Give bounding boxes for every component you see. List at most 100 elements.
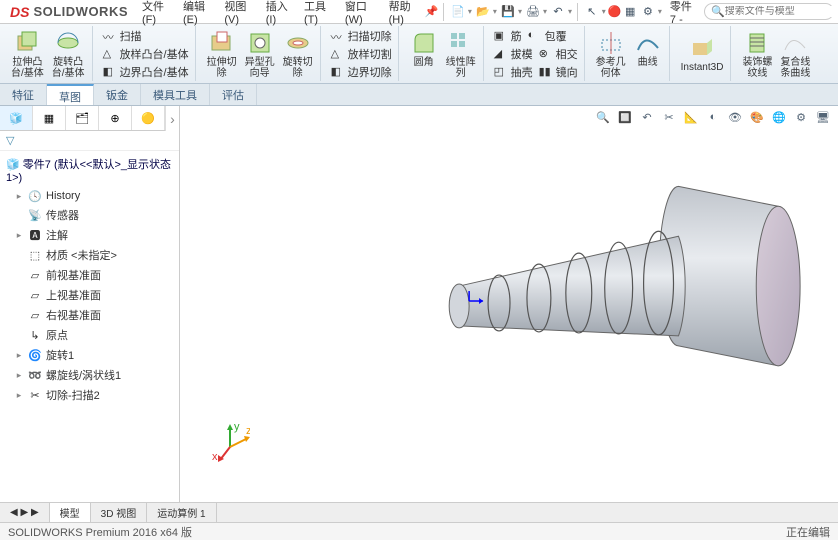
tree-item-9[interactable]: ▸➿螺旋线/涡状线1	[0, 365, 179, 385]
label: 圆角	[414, 57, 434, 68]
tree-item-1[interactable]: 📡传感器	[0, 205, 179, 225]
save-button[interactable]: 💾	[499, 3, 522, 21]
tree-node-label: 螺旋线/涡状线1	[46, 367, 121, 383]
new-doc-button[interactable]: 📄	[449, 3, 472, 21]
tree-root-node[interactable]: 🧊 零件7 (默认<<默认>_显示状态 1>)	[0, 153, 179, 187]
label: 边界凸台/基体	[120, 64, 189, 80]
revolve-boss-button[interactable]: 旋转凸 台/基体	[49, 28, 88, 80]
label: 旋转切 除	[283, 57, 313, 79]
command-manager-tabs: 特征 草图 钣金 模具工具 评估	[0, 84, 838, 106]
tree-item-7[interactable]: ↳原点	[0, 325, 179, 345]
tab-sheetmetal[interactable]: 钣金	[94, 84, 141, 105]
cut-loft-button[interactable]: △放样切割	[329, 45, 394, 63]
cut-revolve-button[interactable]: 旋转切 除	[280, 28, 316, 80]
3d-viewport[interactable]: 🔍 🔲 ↶ ✂ 📐 ◐ 👁 🎨 🌐 ⚙ 🖥	[180, 106, 838, 502]
tree-item-2[interactable]: ▸🅰注解	[0, 225, 179, 245]
side-tab-config[interactable]: 🗂	[66, 106, 99, 130]
logo-text: SOLIDWORKS	[33, 4, 128, 19]
tree-item-5[interactable]: ▱上视基准面	[0, 285, 179, 305]
search-input[interactable]	[725, 6, 838, 17]
shell-button[interactable]: ◰抽壳	[492, 63, 535, 81]
btab-nav[interactable]: ◀ ▶ ▶	[0, 503, 50, 522]
config-icon: 🗂	[75, 112, 89, 125]
tree-item-8[interactable]: ▸🌀旋转1	[0, 345, 179, 365]
instant3d-button[interactable]: Instant3D	[678, 33, 727, 74]
items-icon[interactable]: ▦	[623, 3, 636, 21]
menu-edit[interactable]: 编辑(E)	[177, 0, 216, 28]
menu-window[interactable]: 窗口(W)	[339, 0, 381, 28]
svg-text:x: x	[212, 451, 218, 462]
rebuild-icon[interactable]: 🔴	[608, 3, 622, 21]
cut-sweep-button[interactable]: 〰扫描切除	[329, 27, 394, 45]
btab-3dview[interactable]: 3D 视图	[91, 503, 148, 522]
mirror-button[interactable]: ▮▮镜向	[537, 63, 580, 81]
save-icon: 💾	[499, 3, 517, 21]
display-icon: 🟡	[141, 112, 155, 125]
linear-pattern-button[interactable]: 线性阵 列	[443, 28, 479, 80]
tab-features[interactable]: 特征	[0, 84, 47, 105]
menu-file[interactable]: 文件(F)	[136, 0, 175, 28]
side-tab-dimxpert[interactable]: ⊕	[99, 106, 132, 130]
search-box[interactable]: 🔍	[704, 3, 834, 20]
open-doc-button[interactable]: 📂	[474, 3, 497, 21]
cut-extrude-button[interactable]: 拉伸切 除	[204, 28, 240, 80]
tree-node-label: History	[46, 190, 80, 202]
settings-button[interactable]: ⚙	[639, 3, 662, 21]
filter-icon[interactable]: ▽	[6, 135, 14, 147]
cut-revolve-icon	[284, 29, 312, 57]
cut-boundary-button[interactable]: ◧边界切除	[329, 63, 394, 81]
side-tab-display[interactable]: 🟡	[132, 106, 165, 130]
draft-button[interactable]: ◢拔模	[492, 45, 535, 63]
cut-boundary-icon: ◧	[331, 65, 345, 79]
tree-item-0[interactable]: ▸🕓History	[0, 187, 179, 205]
feature-tree: 🧊 零件7 (默认<<默认>_显示状态 1>) ▸🕓History📡传感器▸🅰注…	[0, 151, 179, 502]
boundary-icon: ◧	[103, 65, 117, 79]
view-tabs: ◀ ▶ ▶ 模型 3D 视图 运动算例 1	[0, 502, 838, 522]
thread-button[interactable]: 装饰螺 纹线	[739, 28, 775, 80]
menu-view[interactable]: 视图(V)	[218, 0, 257, 28]
boundary-button[interactable]: ◧边界凸台/基体	[101, 63, 191, 81]
tree-item-10[interactable]: ▸✂切除-扫描2	[0, 385, 179, 405]
sweep-button[interactable]: 〰扫描	[101, 27, 191, 45]
tab-mold-tools[interactable]: 模具工具	[141, 84, 210, 105]
open-icon: 📂	[474, 3, 492, 21]
select-button[interactable]: ↖	[583, 3, 606, 21]
tree-node-icon: ↳	[28, 328, 42, 342]
btab-motion1[interactable]: 运动算例 1	[147, 503, 216, 522]
wrap-button[interactable]: ◐包覆	[526, 27, 569, 45]
btab-model[interactable]: 模型	[50, 503, 91, 522]
rib-button[interactable]: ▣筋	[492, 27, 524, 45]
orientation-triad[interactable]: y z x	[210, 422, 250, 462]
curves-button[interactable]: 曲线	[631, 28, 665, 80]
side-tab-property[interactable]: ▦	[33, 106, 66, 130]
tree-item-3[interactable]: ⬚材质 <未指定>	[0, 245, 179, 265]
tab-evaluate[interactable]: 评估	[210, 84, 257, 105]
label: 拉伸切 除	[207, 57, 237, 79]
side-expand-button[interactable]: ›	[165, 106, 179, 131]
hole-icon	[246, 29, 274, 57]
menu-help[interactable]: 帮助(H)	[383, 0, 423, 28]
fillet-button[interactable]: 圆角	[407, 28, 441, 80]
menu-insert[interactable]: 插入(I)	[260, 0, 296, 28]
root-label: 零件7 (默认<<默认>_显示状态 1>)	[6, 159, 171, 184]
ref-geom-icon	[597, 29, 625, 57]
loft-button[interactable]: △放样凸台/基体	[101, 45, 191, 63]
tree-item-6[interactable]: ▱右视基准面	[0, 305, 179, 325]
menu-tools[interactable]: 工具(T)	[298, 0, 337, 28]
filter-row: ▽	[0, 131, 179, 151]
intersect-button[interactable]: ⊗相交	[537, 45, 580, 63]
new-doc-icon: 📄	[449, 3, 467, 21]
print-button[interactable]: 🖨	[524, 3, 547, 21]
menu-bar: DS SOLIDWORKS 文件(F) 编辑(E) 视图(V) 插入(I) 工具…	[0, 0, 838, 24]
tree-node-label: 旋转1	[46, 347, 74, 363]
side-tab-feature-tree[interactable]: 🧊	[0, 106, 33, 130]
tree-item-4[interactable]: ▱前视基准面	[0, 265, 179, 285]
extrude-boss-button[interactable]: 拉伸凸 台/基体	[8, 28, 47, 80]
tab-sketch[interactable]: 草图	[47, 84, 94, 105]
undo-button[interactable]: ↶	[549, 3, 572, 21]
separator	[443, 3, 444, 21]
hole-wizard-button[interactable]: 异型孔 向导	[242, 28, 278, 80]
pin-icon[interactable]: 📌	[424, 3, 438, 21]
tree-node-label: 切除-扫描2	[46, 387, 100, 403]
ref-geom-button[interactable]: 参考几 何体	[593, 28, 629, 80]
